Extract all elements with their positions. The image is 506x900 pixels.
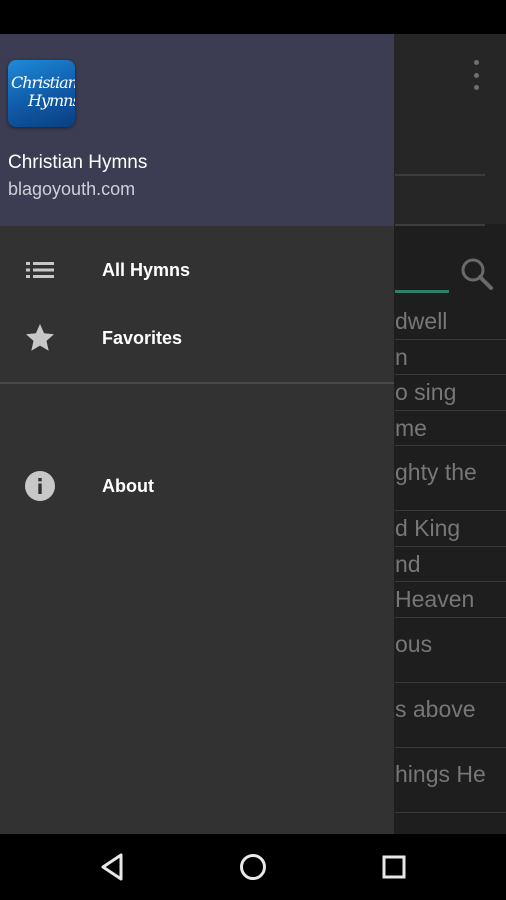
list-item[interactable]: ghty the bbox=[395, 446, 506, 511]
drawer-divider bbox=[0, 382, 394, 384]
background-divider bbox=[395, 224, 485, 226]
drawer-item-all-hymns[interactable]: All Hymns bbox=[0, 238, 394, 302]
overflow-menu-icon[interactable] bbox=[466, 60, 486, 90]
logo-text-line1: Christian bbox=[11, 73, 75, 92]
info-icon bbox=[25, 471, 55, 501]
home-icon[interactable] bbox=[236, 850, 270, 884]
search-underline bbox=[395, 290, 449, 293]
drawer-header: Christian Hymns Christian Hymns blagoyou… bbox=[0, 34, 394, 226]
list-item[interactable]: s above bbox=[395, 683, 506, 748]
background-divider bbox=[395, 174, 485, 176]
list-item[interactable]: ous bbox=[395, 618, 506, 683]
list-item[interactable]: me bbox=[395, 411, 506, 446]
navigation-drawer: Christian Hymns Christian Hymns blagoyou… bbox=[0, 34, 394, 834]
back-icon[interactable] bbox=[96, 850, 130, 884]
list-icon bbox=[26, 262, 54, 278]
drawer-item-label: About bbox=[102, 476, 154, 496]
drawer-item-label: All Hymns bbox=[102, 260, 191, 280]
list-item[interactable]: d King bbox=[395, 511, 506, 547]
list-item[interactable]: n bbox=[395, 340, 506, 375]
list-item[interactable]: nd bbox=[395, 547, 506, 582]
list-item[interactable]: Heaven bbox=[395, 582, 506, 618]
app-logo: Christian Hymns bbox=[8, 60, 75, 127]
search-icon[interactable] bbox=[459, 256, 495, 292]
drawer-item-favorites[interactable]: Favorites bbox=[0, 306, 394, 370]
star-icon bbox=[26, 324, 54, 351]
recents-icon[interactable] bbox=[377, 850, 411, 884]
app-title: Christian Hymns bbox=[8, 152, 148, 173]
logo-text-line2: Hymns bbox=[28, 91, 75, 110]
list-item[interactable]: hings He bbox=[395, 748, 506, 813]
system-navigation-bar bbox=[0, 834, 506, 900]
status-bar bbox=[0, 0, 506, 34]
drawer-item-label: Favorites bbox=[102, 328, 183, 348]
app-website: blagoyouth.com bbox=[8, 179, 136, 199]
list-item[interactable]: o sing bbox=[395, 375, 506, 411]
drawer-item-about[interactable]: About bbox=[0, 454, 394, 518]
list-item[interactable]: dwell bbox=[395, 304, 506, 340]
hymn-list: dwell n o sing me ghty the d King nd Hea… bbox=[395, 304, 506, 813]
